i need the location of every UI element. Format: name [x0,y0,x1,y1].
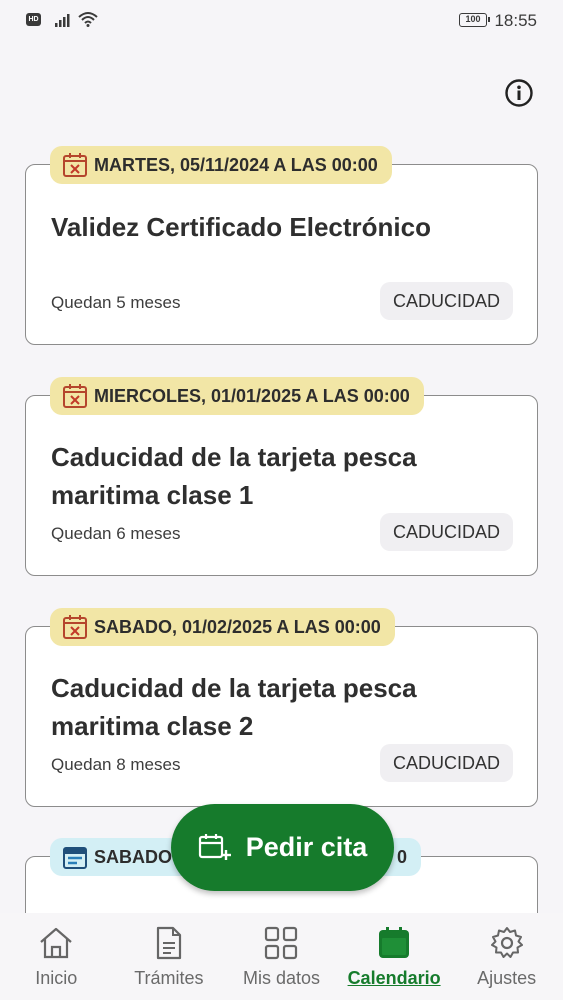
nav-label: Calendario [347,968,441,988]
wifi-icon [78,12,98,27]
nav-item-calendario[interactable]: Calendario [338,913,451,1000]
document-icon [156,926,181,960]
status-bar: HD 100 18:55 [0,0,563,42]
home-icon [40,927,73,959]
event-date-tag: MARTES, 05/11/2024 A LAS 00:00 [50,146,392,184]
event-card[interactable]: Caducidad de la tarjeta pesca maritima c… [25,395,538,576]
event-date-label: MIERCOLES, 01/01/2025 A LAS 00:00 [94,385,410,406]
event-date-label: MARTES, 05/11/2024 A LAS 00:00 [94,154,378,175]
nav-label: Mis datos [242,968,320,988]
event-remaining: Quedan 6 meses [51,524,181,543]
nav-item-inicio[interactable]: Inicio [0,913,113,1000]
info-icon[interactable] [505,79,533,107]
calendar-event-icon [63,847,87,869]
calendar-icon [379,927,410,958]
event-type-badge: CADUCIDAD [379,744,513,782]
event-title: Caducidad de la tarjeta pesca maritima c… [51,442,417,510]
event-date-label: SABADO [94,846,173,867]
nav-label: Ajustes [477,968,537,988]
nav-label: Inicio [35,968,78,988]
hd-network-icon: HD [26,13,41,26]
clock: 18:55 [494,11,537,30]
event-title: Caducidad de la tarjeta pesca maritima c… [51,673,417,741]
event-remaining: Quedan 8 meses [51,755,181,774]
gear-icon [490,927,523,958]
event-card[interactable]: Caducidad de la tarjeta pesca maritima c… [25,626,538,807]
event-date-label: SABADO, 01/02/2025 A LAS 00:00 [94,616,381,637]
calendar-x-icon [63,615,87,639]
grid-icon [265,926,298,960]
event-title: Validez Certificado Electrónico [51,212,431,242]
request-appointment-button[interactable]: Pedir cita [171,804,394,891]
calendar-x-icon [63,384,87,408]
calendar-plus-icon [198,833,231,860]
nav-item-mis-datos[interactable]: Mis datos [225,913,338,1000]
nav-item-tramites[interactable]: Trámites [113,913,226,1000]
fab-label: Pedir cita [245,832,368,862]
nav-label: Trámites [134,968,204,988]
event-card[interactable]: Validez Certificado Electrónico Quedan 5… [25,164,538,345]
event-type-badge: CADUCIDAD [379,513,513,551]
event-type-badge: CADUCIDAD [379,282,513,320]
event-date-tag: SABADO, 01/02/2025 A LAS 00:00 [50,608,395,646]
signal-icon [55,14,70,27]
event-date-label-end: 0 [396,846,407,867]
event-remaining: Quedan 5 meses [51,293,181,312]
nav-item-ajustes[interactable]: Ajustes [450,913,563,1000]
calendar-x-icon [63,153,87,177]
event-date-tag: MIERCOLES, 01/01/2025 A LAS 00:00 [50,377,424,415]
battery-icon: 100 [459,13,490,27]
bottom-navigation: Inicio Trámites Mis datos Calendario Aju… [0,913,563,1000]
